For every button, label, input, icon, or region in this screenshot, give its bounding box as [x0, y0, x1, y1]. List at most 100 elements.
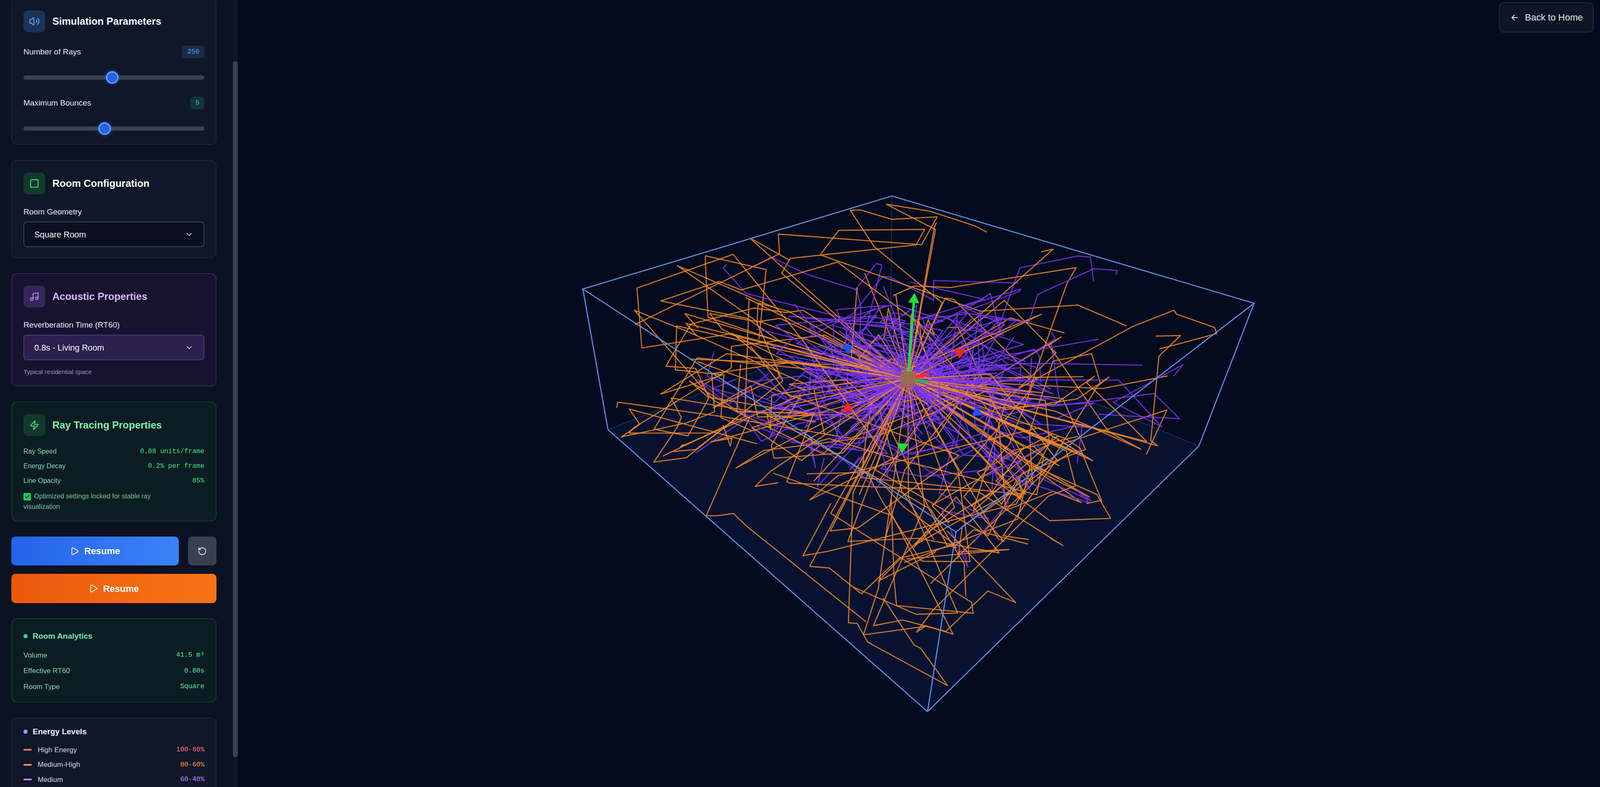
ray-tracing-canvas[interactable] — [237, 0, 1600, 787]
rays — [616, 204, 1217, 686]
speaker-icon — [28, 15, 40, 27]
slider-thumb[interactable] — [98, 122, 111, 135]
card-header: Room Configuration — [23, 172, 205, 195]
property-label: Line Opacity — [23, 475, 61, 486]
room-wireframe — [582, 195, 1255, 712]
card-icon-box — [23, 172, 46, 195]
ray — [675, 325, 908, 431]
room-analytics-card: Room AnalyticsVolume41.5 m³Effective RT6… — [11, 618, 217, 703]
energy-label-group: Medium — [23, 774, 63, 786]
status-dot — [23, 633, 28, 639]
card-header: Room Analytics — [23, 630, 205, 643]
ray — [907, 378, 1102, 504]
square-icon — [29, 178, 40, 189]
slider[interactable] — [23, 121, 205, 136]
analytics-row: Volume 41.5 m³ — [23, 649, 205, 661]
lock-checkbox-row[interactable]: Optimized settings locked for stable ray… — [23, 490, 183, 512]
simulation-parameters-card: Simulation Parameters Number of Rays250 Ma… — [11, 0, 217, 145]
ray — [873, 378, 1016, 632]
field-label: Room Geometry — [23, 206, 205, 217]
y-axis-arrow-icon — [908, 292, 920, 304]
energy-swatch — [23, 778, 32, 781]
analytics-label: Room Type — [23, 681, 60, 693]
card-title: Room Analytics — [32, 630, 93, 643]
ray — [767, 378, 967, 596]
analytics-value: 41.5 m³ — [176, 649, 205, 660]
energy-value: 100-80% — [176, 744, 205, 755]
axis-gizmo — [841, 292, 983, 454]
ray — [680, 378, 908, 459]
ray-tracing-properties-card: Ray Tracing PropertiesRay Speed0.08 unit… — [11, 401, 217, 522]
slider-label-row: Maximum Bounces5 — [23, 95, 205, 111]
property-value: 85% — [192, 475, 205, 486]
property-label: Energy Decay — [23, 461, 66, 472]
slider-label: Number of Rays — [23, 46, 81, 59]
slider-track — [23, 126, 205, 131]
resume-button[interactable]: Resume — [11, 536, 179, 566]
property-value: 0.2% per frame — [148, 461, 205, 472]
ray — [907, 377, 1009, 541]
lightning-icon — [29, 419, 40, 431]
slider-label-row: Number of Rays250 — [23, 44, 205, 60]
card-title: Simulation Parameters — [52, 13, 162, 29]
sidebar: Simulation Parameters Number of Rays250 Ma… — [0, 0, 238, 787]
analytics-row: Room TypeSquare — [23, 681, 205, 693]
check-icon — [24, 493, 31, 500]
slider[interactable] — [23, 70, 205, 85]
property-value: 0.08 units/frame — [139, 446, 205, 457]
reset-button[interactable] — [188, 536, 217, 566]
ray — [773, 378, 1076, 634]
slider-thumb[interactable] — [105, 71, 119, 84]
ray — [907, 378, 1180, 419]
analytics-list: Volume41.5 m³Effective RT600.80sRoom Typ… — [23, 649, 205, 693]
property-list: Ray Speed0.08 units/frameEnergy Decay0.2… — [23, 446, 205, 486]
back-to-home-button[interactable]: Back to Home — [1499, 2, 1594, 33]
ray — [660, 353, 908, 395]
resume-secondary-button[interactable]: Resume — [11, 573, 217, 603]
play-icon — [69, 546, 80, 556]
energy-levels-card: Energy LevelsHigh Energy100-80%Medium-Hi… — [11, 717, 217, 787]
card-header: Ray Tracing Properties — [23, 413, 205, 437]
ray — [663, 297, 908, 456]
ray — [907, 339, 1099, 379]
y-axis-arrow-icon — [897, 443, 909, 454]
x-axis-arrow-icon — [841, 401, 853, 412]
z-axis-arrow-icon — [841, 344, 853, 355]
energy-row: Medium-High80-60% — [23, 759, 205, 771]
energy-value: 60-40% — [180, 774, 205, 785]
play-icon — [88, 583, 98, 593]
energy-label-group: Medium-High — [23, 759, 80, 771]
room-floor — [608, 318, 1199, 712]
chevron-down-icon — [185, 230, 194, 239]
energy-swatch — [23, 748, 32, 751]
card-title: Acoustic Properties — [52, 288, 148, 305]
chevron-down-icon — [185, 343, 194, 352]
ray — [853, 358, 928, 405]
scrollbar-thumb[interactable] — [232, 61, 238, 758]
property-row: Line Opacity 85% — [23, 475, 205, 486]
sidebar-scrollbar[interactable] — [232, 0, 238, 787]
music-note-icon — [29, 291, 40, 302]
card-icon-box — [23, 10, 46, 33]
ray — [735, 378, 990, 468]
rt60-select[interactable]: 0.8s - Living Room — [23, 334, 205, 361]
room-geometry-select[interactable]: Square Room — [23, 221, 205, 248]
lock-checkbox[interactable] — [23, 492, 31, 501]
x-axis-arrow-icon — [954, 348, 966, 359]
analytics-value: 0.80s — [184, 665, 205, 676]
energy-label: Medium — [37, 774, 63, 786]
sidebar-content: Simulation Parameters Number of Rays250 Ma… — [0, 0, 233, 787]
energy-row: High Energy100-80% — [23, 744, 205, 756]
card-title: Ray Tracing Properties — [52, 417, 162, 433]
ray — [878, 378, 1024, 581]
energy-list: High Energy100-80%Medium-High80-60%Mediu… — [23, 744, 205, 786]
slider-label: Maximum Bounces — [23, 97, 92, 110]
ray — [757, 315, 958, 426]
sound-source[interactable] — [900, 371, 916, 387]
app: Simulation Parameters Number of Rays250 Ma… — [0, 0, 1600, 787]
slider-row: Maximum Bounces5 — [23, 95, 205, 136]
select-value: Square Room — [34, 228, 86, 241]
ray — [907, 350, 974, 379]
analytics-label: Volume — [23, 649, 48, 661]
energy-swatch — [23, 763, 32, 766]
